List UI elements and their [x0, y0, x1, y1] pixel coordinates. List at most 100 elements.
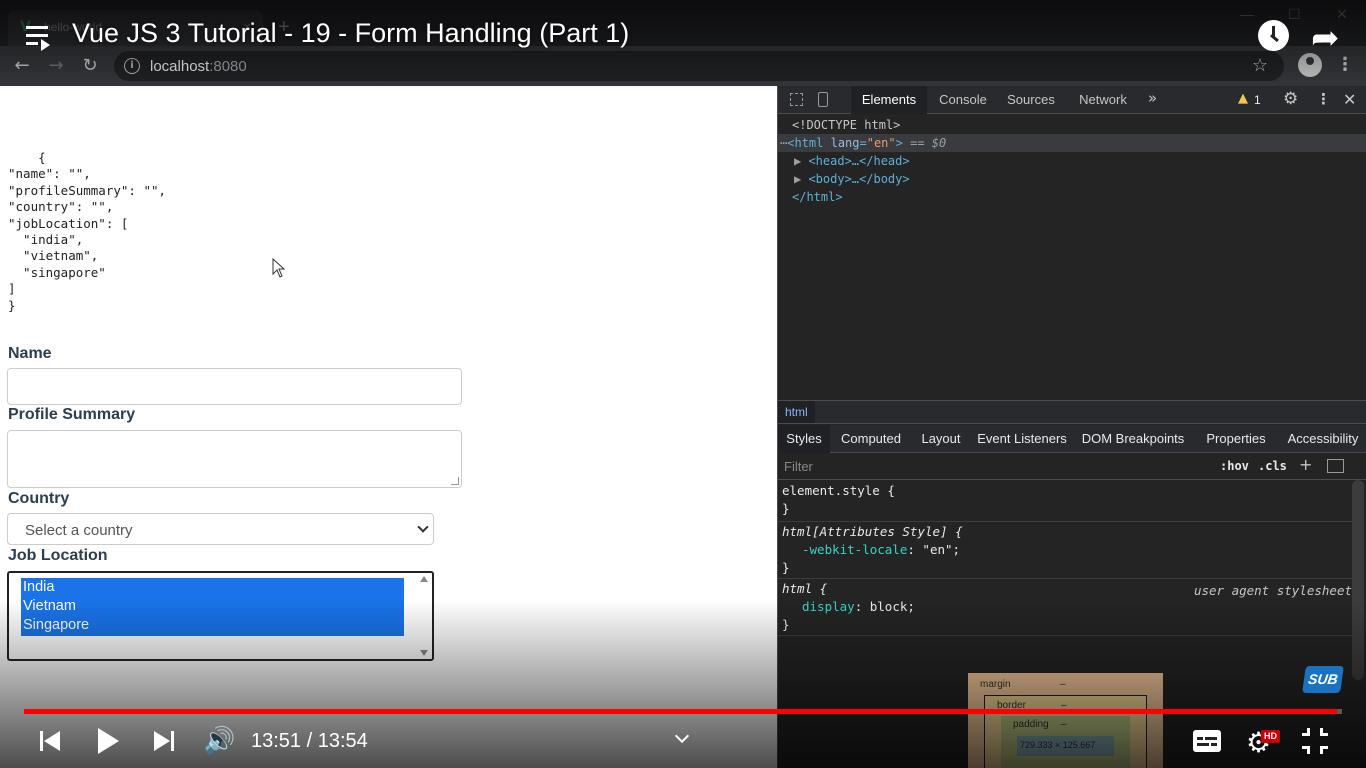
exit-fullscreen-icon[interactable]: [1302, 728, 1328, 754]
dom-html-close[interactable]: </html>: [778, 188, 1366, 206]
page-viewport: { "name": "", "profileSummary": "", "cou…: [0, 86, 777, 768]
minimize-icon[interactable]: —: [1240, 6, 1254, 22]
scroll-down-arrow-icon[interactable]: [420, 650, 428, 656]
rule-source: user agent stylesheet: [1193, 583, 1352, 598]
rule-close: }: [782, 501, 790, 516]
hd-badge: HD: [1261, 730, 1280, 743]
box-model-padding-value[interactable]: –: [1061, 719, 1067, 730]
new-style-rule-icon[interactable]: +: [1299, 455, 1312, 474]
rule-selector: html[Attributes Style] {: [782, 524, 963, 539]
warning-count[interactable]: 1: [1254, 93, 1261, 107]
box-model-content[interactable]: 729.333 × 125.667: [1017, 736, 1114, 756]
styles-filter-input[interactable]: Filter: [784, 459, 813, 474]
element-style-rule[interactable]: element.style { }: [778, 482, 1354, 522]
volume-icon[interactable]: 🔊: [203, 726, 235, 756]
profile-summary-textarea[interactable]: [7, 430, 462, 488]
job-option-vietnam[interactable]: Vietnam: [21, 597, 404, 616]
breadcrumb-html[interactable]: html: [778, 401, 815, 423]
warning-icon[interactable]: ▲: [1238, 91, 1248, 106]
profile-summary-label: Profile Summary: [8, 406, 136, 423]
url-text[interactable]: localhost:8080: [150, 58, 247, 75]
forward-arrow-icon[interactable]: →: [44, 54, 68, 78]
box-model-padding: padding – 729.333 × 125.667: [1001, 716, 1130, 768]
dom-doctype[interactable]: <!DOCTYPE html>: [778, 116, 1366, 134]
job-location-options: India Vietnam Singapore: [21, 578, 404, 636]
name-label: Name: [8, 345, 52, 362]
address-bar[interactable]: i localhost:8080 ☆: [114, 51, 1284, 81]
previous-video-icon[interactable]: [40, 731, 62, 751]
country-label: Country: [8, 490, 70, 507]
dom-head-node[interactable]: ▶ <head>…</head>: [778, 152, 1366, 170]
bookmark-star-icon[interactable]: ☆: [1252, 55, 1268, 76]
box-model-padding-label: padding: [1013, 719, 1049, 730]
subtab-properties[interactable]: Properties: [1202, 425, 1270, 453]
rule-close: }: [782, 560, 790, 575]
name-input[interactable]: [7, 368, 462, 405]
job-option-india[interactable]: India: [21, 578, 404, 597]
subtab-accessibility[interactable]: Accessibility: [1280, 425, 1366, 453]
next-video-icon[interactable]: [154, 731, 176, 751]
video-progress-fill: [24, 709, 1338, 714]
subtab-layout[interactable]: Layout: [916, 425, 966, 453]
device-toolbar-icon[interactable]: [818, 92, 828, 107]
reload-icon[interactable]: ↻: [78, 54, 102, 78]
playlist-icon[interactable]: [26, 24, 54, 51]
tab-network[interactable]: Network: [1070, 86, 1136, 114]
resize-grip-icon[interactable]: [451, 477, 459, 485]
country-select[interactable]: Select a country: [7, 513, 434, 545]
back-arrow-icon[interactable]: ←: [10, 54, 34, 78]
styles-scrollbar[interactable]: [1352, 480, 1364, 680]
box-model-content-size[interactable]: 729.333 × 125.667: [1020, 740, 1095, 750]
subtitles-icon[interactable]: [1193, 730, 1221, 752]
hov-toggle[interactable]: :hov: [1220, 459, 1249, 473]
browser-toolbar: ← → ↻ i localhost:8080 ☆: [0, 46, 1366, 86]
devtools-tab-bar: Elements Console Sources Network » ▲ 1 ⚙…: [778, 86, 1366, 114]
styles-subtabs: Styles Computed Layout Event Listeners D…: [778, 425, 1366, 453]
watch-later-clock-icon[interactable]: [1258, 20, 1289, 51]
mouse-cursor-icon: [272, 258, 286, 278]
subtab-styles[interactable]: Styles: [778, 425, 830, 453]
maximize-icon[interactable]: ☐: [1288, 6, 1301, 23]
video-time-display: 13:51 / 13:54: [251, 730, 368, 752]
breadcrumb: html: [778, 400, 1366, 424]
video-progress-bar[interactable]: [24, 709, 1342, 714]
user-agent-rule[interactable]: html { user agent stylesheet display: bl…: [778, 580, 1354, 636]
toggle-sidebar-icon[interactable]: [1327, 459, 1344, 473]
css-property[interactable]: display: [782, 599, 855, 614]
cls-toggle[interactable]: .cls: [1258, 459, 1287, 473]
job-location-label: Job Location: [8, 547, 108, 564]
devtools-menu-icon[interactable]: ⋮: [1316, 90, 1331, 108]
styles-filter-bar: Filter :hov .cls +: [778, 454, 1366, 480]
box-model-margin-value[interactable]: –: [1060, 679, 1066, 690]
box-model-margin-label: margin: [980, 679, 1011, 690]
tab-sources[interactable]: Sources: [1000, 86, 1062, 114]
tab-console[interactable]: Console: [930, 86, 996, 114]
subtab-computed[interactable]: Computed: [834, 425, 908, 453]
play-icon[interactable]: [98, 728, 119, 754]
attributes-style-rule[interactable]: html[Attributes Style] { -webkit-locale:…: [778, 523, 1354, 579]
devtools-panel: Elements Console Sources Network » ▲ 1 ⚙…: [777, 86, 1366, 768]
css-value[interactable]: block;: [870, 599, 915, 614]
inspect-element-icon[interactable]: [790, 93, 803, 106]
css-property[interactable]: -webkit-locale: [782, 542, 907, 557]
devtools-close-icon[interactable]: ✕: [1343, 90, 1356, 109]
chevron-down-icon: [417, 521, 429, 533]
dom-body-node[interactable]: ▶ <body>…</body>: [778, 170, 1366, 188]
box-model-diagram: margin – border – padding – 729.333 × 12…: [968, 673, 1163, 768]
job-location-multiselect[interactable]: India Vietnam Singapore: [7, 571, 434, 661]
job-option-singapore[interactable]: Singapore: [21, 616, 404, 635]
settings-gear-icon[interactable]: ⚙: [1283, 89, 1298, 109]
tab-elements[interactable]: Elements: [851, 86, 927, 114]
subtab-dom-breakpoints[interactable]: DOM Breakpoints: [1080, 425, 1186, 453]
dom-html-node[interactable]: ⋯<html lang="en"> == $0: [778, 134, 1366, 152]
css-value[interactable]: "en";: [922, 542, 960, 557]
info-icon[interactable]: i: [124, 58, 140, 74]
subscribe-badge[interactable]: SUB: [1302, 666, 1344, 693]
multiselect-scrollbar[interactable]: [416, 573, 432, 659]
form-values-json: { "name": "", "profileSummary": "", "cou…: [8, 150, 167, 313]
subtab-event-listeners[interactable]: Event Listeners: [976, 425, 1068, 453]
more-tabs-icon[interactable]: »: [1148, 89, 1157, 107]
scroll-up-arrow-icon[interactable]: [420, 576, 428, 582]
video-title[interactable]: Vue JS 3 Tutorial - 19 - Form Handling (…: [72, 18, 629, 49]
share-arrow-icon[interactable]: ➦: [1311, 18, 1340, 58]
